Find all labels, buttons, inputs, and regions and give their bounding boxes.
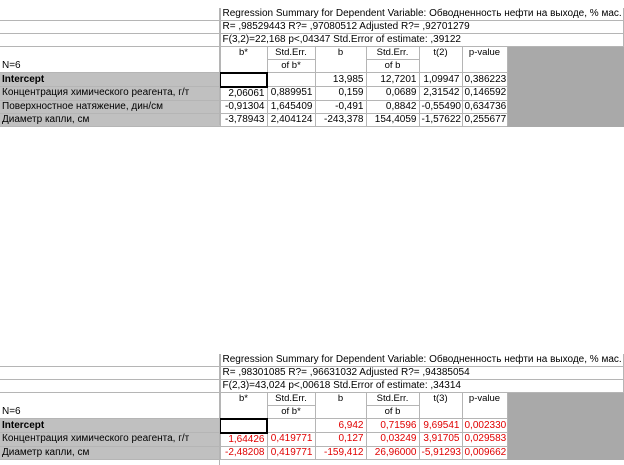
regression-summary-block-1: Regression Summary for Dependent Variabl… — [0, 8, 624, 127]
cell-p[interactable]: 0,255677 — [462, 113, 508, 127]
cell-se-b[interactable]: 0,03249 — [366, 432, 420, 447]
cell-se-b[interactable]: 0,0689 — [366, 86, 420, 101]
cell-p[interactable]: 0,146592 — [462, 86, 508, 101]
cell-b[interactable]: 0,127 — [315, 432, 367, 447]
column-header-se-b-star[interactable]: Std.Err. — [267, 392, 316, 406]
cell-b[interactable]: -243,378 — [315, 113, 367, 127]
column-header-se-b-star-2: of b* — [267, 405, 316, 419]
cell-se-b[interactable]: 12,7201 — [366, 72, 420, 87]
summary-line: R= ,98301085 R?= ,96631032 Adjusted R?= … — [220, 366, 624, 380]
column-header-se-b[interactable]: Std.Err. — [366, 46, 420, 60]
column-header-se-b-2: of b — [366, 405, 420, 419]
cell-b[interactable]: 13,985 — [315, 72, 367, 87]
cell-se-b-star[interactable]: 0,419771 — [267, 446, 316, 460]
cell-p[interactable]: 0,386223 — [462, 72, 508, 87]
summary-line: Regression Summary for Dependent Variabl… — [220, 8, 624, 21]
row-label[interactable]: Поверхностное натяжение, дин/см — [0, 100, 221, 114]
row-label[interactable]: Концентрация химического реагента, г/т — [0, 86, 221, 101]
column-header-se-b-star-2: of b* — [267, 59, 316, 73]
column-header-t[interactable]: t(2) — [419, 46, 463, 73]
column-header-se-b-star[interactable]: Std.Err. — [267, 46, 316, 60]
column-header-t[interactable]: t(3) — [419, 392, 463, 419]
cell-p[interactable]: 0,029583 — [462, 432, 508, 447]
cell-p[interactable]: 0,634736 — [462, 100, 508, 114]
summary-line: F(2,3)=43,024 p<,00618 Std.Error of esti… — [220, 379, 624, 393]
cell-p[interactable]: 0,002330 — [462, 418, 508, 433]
cell-b-star[interactable]: -0,91304 — [220, 100, 268, 114]
row-label[interactable]: Диаметр капли, см — [0, 446, 221, 460]
cell-t[interactable]: -5,91293 — [419, 446, 463, 460]
row-label[interactable]: Концентрация химического реагента, г/т — [0, 432, 221, 447]
cell-t[interactable]: -1,57622 — [419, 113, 463, 127]
cell-p[interactable]: 0,009662 — [462, 446, 508, 460]
cell-t[interactable]: 3,91705 — [419, 432, 463, 447]
row-label-intercept[interactable]: Intercept — [0, 72, 221, 87]
cell-se-b-star[interactable]: 1,645409 — [267, 100, 316, 114]
cell-se-b-star[interactable]: 0,889951 — [267, 86, 316, 101]
column-header-b-star[interactable]: b* — [220, 392, 268, 419]
cell-t[interactable]: 2,31542 — [419, 86, 463, 101]
n-label: N=6 — [0, 46, 221, 73]
column-header-se-b[interactable]: Std.Err. — [366, 392, 420, 406]
cell-t[interactable]: 9,69541 — [419, 418, 463, 433]
cell-b[interactable]: 0,159 — [315, 86, 367, 101]
column-header-b-star[interactable]: b* — [220, 46, 268, 73]
column-header-b[interactable]: b — [315, 46, 367, 73]
cell-b-star[interactable]: 1,64426 — [220, 432, 268, 447]
column-header-se-b-2: of b — [366, 59, 420, 73]
column-header-b[interactable]: b — [315, 392, 367, 419]
summary-line: Regression Summary for Dependent Variabl… — [220, 354, 624, 367]
cell-b-star[interactable]: -2,48208 — [220, 446, 268, 460]
cell-se-b-star[interactable]: 2,404124 — [267, 113, 316, 127]
results-table-2: Regression Summary for Dependent Variabl… — [0, 354, 624, 460]
cell-b[interactable]: -159,412 — [315, 446, 367, 460]
summary-line: F(3,2)=22,168 p<,04347 Std.Error of esti… — [220, 33, 624, 47]
column-header-p[interactable]: p-value — [462, 46, 508, 73]
row-label-intercept[interactable]: Intercept — [0, 418, 221, 433]
cell-se-b[interactable]: 0,71596 — [366, 418, 420, 433]
cell-b[interactable]: -0,491 — [315, 100, 367, 114]
cell-se-b[interactable]: 0,8842 — [366, 100, 420, 114]
cell-se-b[interactable]: 154,4059 — [366, 113, 420, 127]
summary-line: R= ,98529443 R?= ,97080512 Adjusted R?= … — [220, 20, 624, 34]
cell-t[interactable]: -0,55490 — [419, 100, 463, 114]
cell-se-b-star[interactable]: 0,419771 — [267, 432, 316, 447]
cell-b-star[interactable] — [219, 417, 268, 434]
results-table-1: Regression Summary for Dependent Variabl… — [0, 8, 624, 127]
row-label[interactable]: Диаметр капли, см — [0, 113, 221, 127]
n-label: N=6 — [0, 392, 221, 419]
cell-b[interactable]: 6,942 — [315, 418, 367, 433]
cell-b-star[interactable]: 2,06061 — [220, 86, 268, 101]
regression-summary-block-2: Regression Summary for Dependent Variabl… — [0, 354, 624, 460]
cell-b-star[interactable]: -3,78943 — [220, 113, 268, 127]
cell-se-b-star[interactable] — [267, 418, 316, 433]
cell-se-b-star[interactable] — [267, 72, 316, 87]
column-header-p[interactable]: p-value — [462, 392, 508, 419]
cell-t[interactable]: 1,09947 — [419, 72, 463, 87]
cell-b-star[interactable] — [219, 71, 268, 88]
cell-se-b[interactable]: 26,96000 — [366, 446, 420, 460]
